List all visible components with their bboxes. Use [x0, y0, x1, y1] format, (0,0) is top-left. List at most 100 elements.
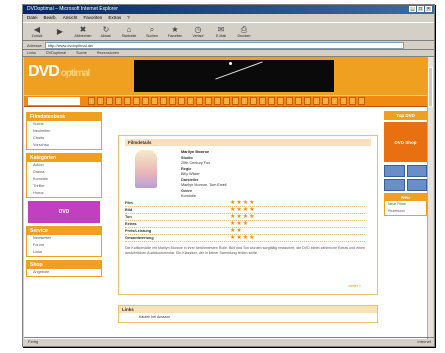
- rating-row: Film ★★★★: [125, 200, 365, 207]
- print-button[interactable]: ⎙ Drucken: [234, 23, 254, 40]
- nav-tab[interactable]: [322, 97, 329, 105]
- toolbar-label: Abbrechen: [74, 34, 92, 38]
- nav-tab[interactable]: [88, 97, 95, 105]
- thumbnail[interactable]: [406, 165, 427, 177]
- nav-tab[interactable]: [151, 97, 158, 105]
- nav-tab[interactable]: [97, 97, 104, 105]
- toolbar-label: Startseite: [121, 34, 137, 38]
- stop-button[interactable]: ✖ Abbrechen: [73, 23, 93, 40]
- buy-link[interactable]: Kaufen bei Amazon: [119, 313, 377, 322]
- minimize-button[interactable]: _: [409, 6, 416, 12]
- menu-item[interactable]: Ansicht: [63, 14, 78, 22]
- nav-tab[interactable]: [160, 97, 167, 105]
- sidebar-link[interactable]: Thriller: [27, 183, 101, 190]
- nav-tab[interactable]: [313, 97, 320, 105]
- sidebar-link[interactable]: Komödie: [27, 176, 101, 183]
- sidebar-link[interactable]: Links: [27, 249, 101, 256]
- thumbnail[interactable]: [384, 179, 405, 191]
- scroll-thumb[interactable]: [428, 67, 433, 107]
- sidebar-link[interactable]: Drama: [27, 169, 101, 176]
- sidebar-link[interactable]: Newsletter: [27, 235, 101, 242]
- nav-tab[interactable]: [214, 97, 221, 105]
- sidebar-link[interactable]: Vorschau: [27, 142, 101, 149]
- toolbar-label: Drucken: [237, 34, 251, 38]
- nav-tab[interactable]: [268, 97, 275, 105]
- thumbnail[interactable]: [384, 165, 405, 177]
- cover-image[interactable]: [135, 150, 157, 188]
- nav-tab[interactable]: [223, 97, 230, 105]
- link-item[interactable]: Suche: [76, 50, 87, 56]
- favorites-button[interactable]: ★ Favoriten: [165, 23, 185, 40]
- nav-tab[interactable]: [232, 97, 239, 105]
- sidebar-link[interactable]: Charts: [27, 135, 101, 142]
- home-button[interactable]: ⌂ Startseite: [119, 23, 139, 40]
- toolbar: ◀ Zurück ▶ ✖ Abbrechen ↻ Aktual. ⌂ Startseit…: [23, 22, 434, 41]
- nav-tab[interactable]: [187, 97, 194, 105]
- promo-image[interactable]: DVD: [28, 201, 100, 223]
- vertical-scrollbar[interactable]: [427, 57, 433, 339]
- sidebar-link[interactable]: Suche: [27, 121, 101, 128]
- nav-tab[interactable]: [205, 97, 212, 105]
- nav-tab[interactable]: [124, 97, 131, 105]
- mail-button[interactable]: ✉ E-Mail: [211, 23, 231, 40]
- nav-tab[interactable]: [340, 97, 347, 105]
- right-ad[interactable]: DVD Shop: [384, 122, 427, 162]
- nav-tab[interactable]: [106, 97, 113, 105]
- nav-tab[interactable]: [295, 97, 302, 105]
- right-link[interactable]: Rezension: [385, 208, 426, 215]
- history-button[interactable]: ◷ Verlauf: [188, 23, 208, 40]
- zone-indicator: Internet: [417, 339, 431, 344]
- menu-item[interactable]: Bearb.: [44, 14, 57, 22]
- nav-tab[interactable]: [169, 97, 176, 105]
- nav-tab[interactable]: [349, 97, 356, 105]
- close-button[interactable]: ×: [425, 6, 432, 12]
- nav-tab[interactable]: [358, 97, 365, 105]
- nav-tab[interactable]: [133, 97, 140, 105]
- sidebar-link[interactable]: Neuheiten: [27, 128, 101, 135]
- right-link[interactable]: Neue Filme: [385, 201, 426, 208]
- more-link[interactable]: weiter »: [125, 284, 365, 288]
- links-label: Links: [27, 51, 36, 55]
- banner-ad[interactable]: [134, 60, 334, 92]
- sidebar-link[interactable]: Angebote: [27, 269, 101, 276]
- link-item[interactable]: DVDoptimal: [46, 50, 66, 56]
- link-item[interactable]: Rezensionen: [97, 50, 119, 56]
- nav-tab[interactable]: [331, 97, 338, 105]
- nav-tab[interactable]: [178, 97, 185, 105]
- rating-stars: ★★★★: [230, 235, 256, 241]
- sidebar-link[interactable]: Horror: [27, 190, 101, 197]
- status-bar: Fertig Internet: [24, 337, 435, 345]
- sidebar-panel: Service Newsletter Forum Links: [26, 226, 102, 257]
- nav-tab[interactable]: [250, 97, 257, 105]
- menu-item[interactable]: Favoriten: [84, 14, 103, 22]
- rating-label: Extras: [125, 222, 137, 226]
- sidebar-link[interactable]: Forum: [27, 242, 101, 249]
- refresh-button[interactable]: ↻ Aktual.: [96, 23, 116, 40]
- nav-tab[interactable]: [196, 97, 203, 105]
- back-button[interactable]: ◀ Zurück: [27, 23, 47, 40]
- thumbnail[interactable]: [406, 179, 427, 191]
- nav-tab[interactable]: [304, 97, 311, 105]
- favorites-icon: ★: [171, 25, 179, 34]
- nav-tab[interactable]: [286, 97, 293, 105]
- window-title: DVDoptimal – Microsoft Internet Explorer: [27, 6, 118, 12]
- sidebar-link[interactable]: Action: [27, 162, 101, 169]
- menu-item[interactable]: Datei: [27, 14, 38, 22]
- site-search-input[interactable]: [28, 97, 80, 105]
- nav-tab[interactable]: [142, 97, 149, 105]
- site-logo[interactable]: DVD optimal: [28, 63, 90, 81]
- menu-item[interactable]: Extras: [108, 14, 121, 22]
- film-title: Marilyn Monroe: [181, 150, 210, 154]
- nav-tab[interactable]: [115, 97, 122, 105]
- toolbar-label: Aktual.: [100, 34, 112, 38]
- maximize-button[interactable]: □: [417, 6, 424, 12]
- nav-tab[interactable]: [277, 97, 284, 105]
- nav-tab[interactable]: [241, 97, 248, 105]
- rating-row: Ton ★★★★: [125, 214, 365, 221]
- forward-button[interactable]: ▶: [50, 23, 70, 40]
- search-button[interactable]: ⌕ Suchen: [142, 23, 162, 40]
- right-column: Top DVD DVD Shop Neu Neue Filme Rezensio…: [382, 109, 429, 339]
- menu-item[interactable]: ?: [127, 14, 130, 22]
- nav-tab[interactable]: [259, 97, 266, 105]
- address-input[interactable]: http://www.dvdoptimal.de/: [44, 41, 404, 49]
